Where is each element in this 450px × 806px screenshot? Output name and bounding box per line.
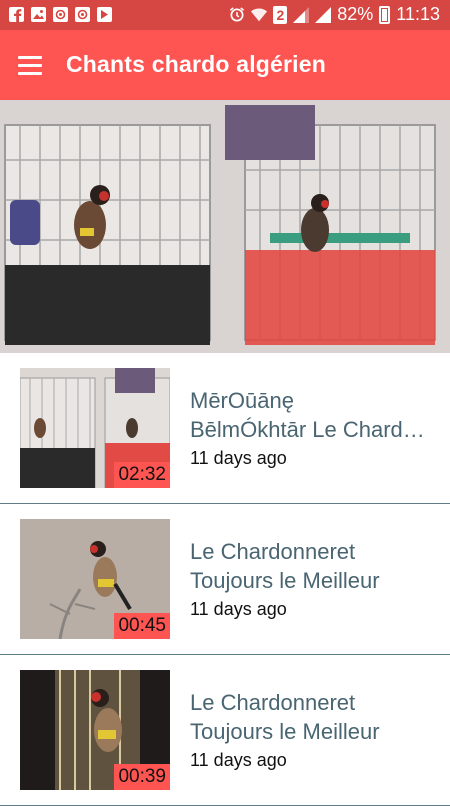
- wifi-icon: [251, 7, 268, 23]
- video-duration: 00:39: [114, 764, 170, 790]
- video-list: 02:32 MērOūānę BēlmÓkhtār Le Chardonnere…: [0, 353, 450, 806]
- app-title: Chants chardo algérien: [66, 51, 327, 77]
- video-title[interactable]: Le Chardonneret Toujours le Meilleur: [190, 688, 435, 746]
- video-list-item[interactable]: 02:32 MērOūānę BēlmÓkhtār Le Chardonnere…: [0, 353, 450, 504]
- video-title-line1: MērOūānę: [190, 388, 294, 413]
- battery-icon: [379, 5, 391, 24]
- video-title[interactable]: MērOūānę BēlmÓkhtār Le Chardonneret: [190, 386, 435, 444]
- status-bar: 2 82% 11:13: [0, 0, 450, 30]
- video-thumbnail[interactable]: 02:32: [20, 368, 170, 488]
- video-title[interactable]: Le Chardonneret Toujours le Meilleur: [190, 537, 435, 595]
- video-title-line2: BēlmÓkhtār Le Chardonneret: [190, 417, 435, 442]
- video-duration: 00:45: [114, 613, 170, 639]
- notification-icons: [8, 6, 112, 22]
- at-mail-icon: [74, 6, 90, 22]
- birdcage-photo: [0, 100, 450, 353]
- video-date: 11 days ago: [190, 448, 287, 468]
- facebook-icon: [8, 6, 24, 22]
- clock: 11:13: [396, 4, 440, 24]
- download-icon: [96, 6, 112, 22]
- signal-icon: [293, 6, 310, 23]
- video-duration: 02:32: [114, 462, 170, 488]
- battery-percent: 82%: [337, 4, 374, 24]
- video-thumbnail[interactable]: 00:39: [20, 670, 170, 790]
- app-bar: Chants chardo algérien: [0, 30, 450, 100]
- sim-badge: 2: [273, 5, 288, 24]
- featured-video-thumbnail[interactable]: [0, 100, 450, 353]
- hamburger-menu-icon[interactable]: [14, 50, 48, 80]
- video-date: 11 days ago: [190, 599, 287, 619]
- video-title-line2: Toujours le Meilleur: [190, 719, 380, 744]
- video-title-line1: Le Chardonneret: [190, 690, 356, 715]
- video-list-item[interactable]: 00:39 Le Chardonneret Toujours le Meille…: [0, 655, 450, 806]
- video-title-line2: Toujours le Meilleur: [190, 568, 380, 593]
- alarm-icon: [229, 7, 245, 23]
- signal-icon: [315, 6, 332, 23]
- video-date: 11 days ago: [190, 750, 287, 770]
- gallery-icon: [30, 6, 46, 22]
- at-mail-icon: [52, 6, 68, 22]
- video-title-line1: Le Chardonneret: [190, 539, 356, 564]
- video-thumbnail[interactable]: 00:45: [20, 519, 170, 639]
- system-icons: 2 82% 11:13: [229, 4, 440, 25]
- video-list-item[interactable]: 00:45 Le Chardonneret Toujours le Meille…: [0, 504, 450, 655]
